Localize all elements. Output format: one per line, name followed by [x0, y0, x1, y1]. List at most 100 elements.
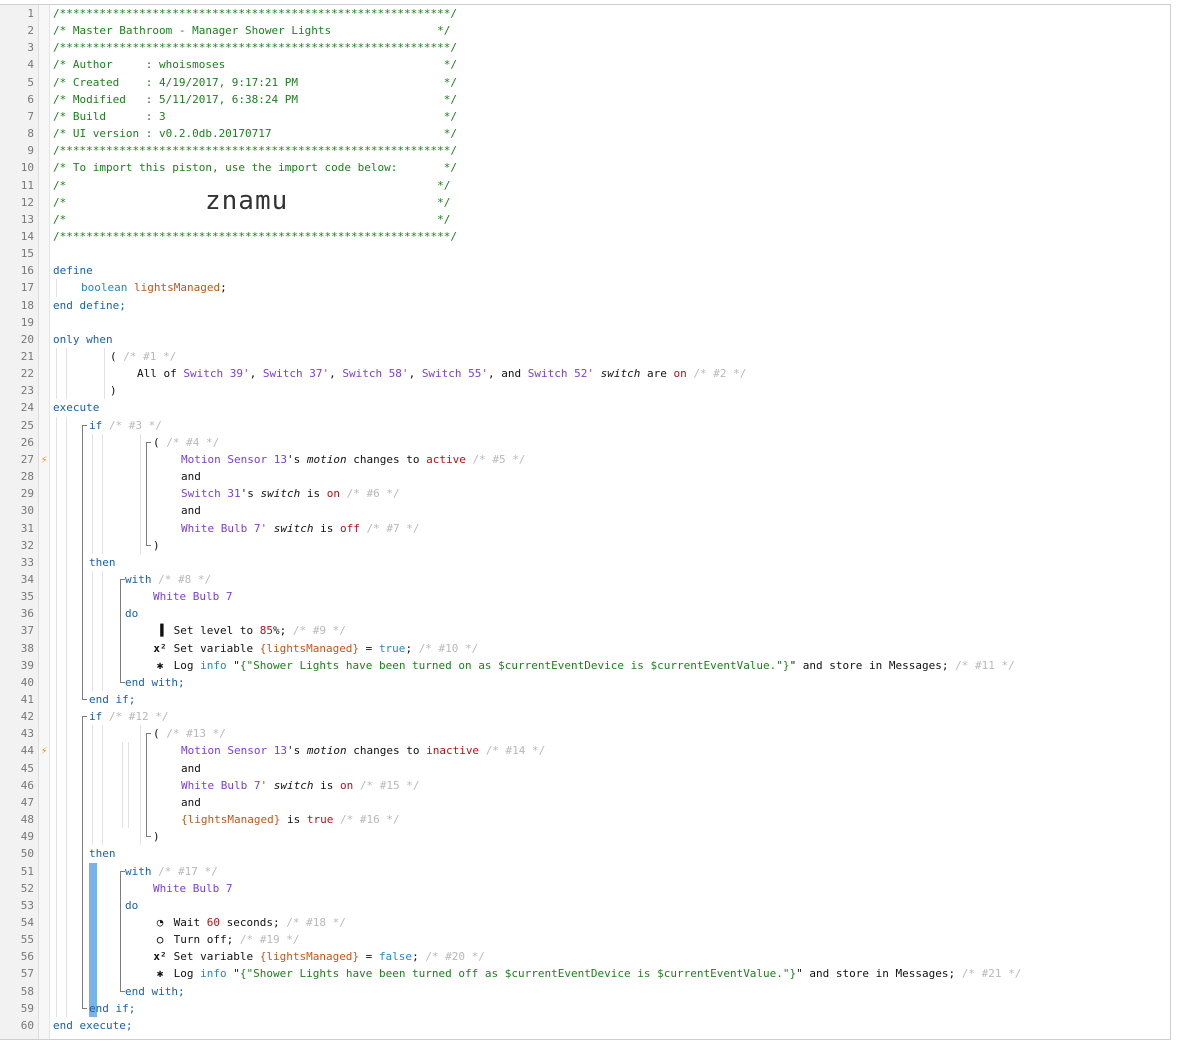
line-number: 50: [20, 847, 34, 861]
code-text[interactable]: with /* #8 */: [125, 571, 211, 588]
code-text[interactable]: and: [181, 468, 201, 485]
line-number: 60: [20, 1018, 34, 1032]
code-line: 38 x² Set variable {lightsManaged} = true…: [0, 640, 1170, 657]
token-tx: is: [313, 521, 340, 535]
line-number: 42: [20, 710, 34, 724]
code-text[interactable]: only when: [53, 331, 113, 348]
code-text[interactable]: and: [181, 760, 201, 777]
token-note: /* #3 */: [108, 418, 162, 432]
line-number: 31: [20, 521, 34, 535]
line-number: 16: [20, 264, 34, 278]
token-tx: ,: [408, 367, 422, 381]
code-text[interactable]: ): [110, 382, 117, 399]
token-tx: changes to: [346, 744, 427, 758]
line-number: 56: [20, 950, 34, 964]
code-text[interactable]: ▐ Set level to 85%; /* #9 */: [153, 622, 346, 639]
code-line: 50 then: [0, 845, 1170, 862]
code-text[interactable]: end define;: [53, 297, 126, 314]
code-text[interactable]: and: [181, 502, 201, 519]
code-text[interactable]: with /* #17 */: [125, 863, 218, 880]
line-number: 40: [20, 675, 34, 689]
code-text[interactable]: White Bulb 7: [153, 880, 232, 897]
code-text[interactable]: /* Master Bathroom - Manager Shower Ligh…: [53, 22, 450, 39]
code-text[interactable]: /* UI version : v0.2.0db.20170717 */: [53, 125, 457, 142]
code-text[interactable]: ( /* #1 */: [110, 348, 176, 365]
code-text[interactable]: Switch 31's switch is on /* #6 */: [181, 485, 400, 502]
code-text[interactable]: then: [89, 554, 116, 571]
code-text[interactable]: /* Modified : 5/11/2017, 6:38:24 PM */: [53, 91, 457, 108]
code-line: 28 and: [0, 468, 1170, 485]
token-tx: ;: [220, 281, 227, 295]
line-number: 11: [20, 178, 34, 192]
code-text[interactable]: White Bulb 7' switch is on /* #15 */: [181, 777, 419, 794]
code-text[interactable]: if /* #12 */: [89, 708, 168, 725]
code-text[interactable]: ◔ Wait 60 seconds; /* #18 */: [153, 914, 346, 931]
code-text[interactable]: end if;: [89, 1000, 135, 1017]
line-number: 14: [20, 229, 34, 243]
code-text[interactable]: {lightsManaged} is true /* #16 */: [181, 811, 400, 828]
token-note: /* #18 */: [286, 915, 346, 929]
line-number: 44: [20, 744, 34, 758]
code-text[interactable]: Motion Sensor 13's motion changes to ina…: [181, 742, 545, 759]
code-text[interactable]: end with;: [125, 983, 185, 1000]
code-text[interactable]: /***************************************…: [53, 5, 457, 22]
code-text[interactable]: execute: [53, 399, 99, 416]
code-text[interactable]: if /* #3 */: [89, 417, 162, 434]
token-note: /* #9 */: [292, 624, 346, 638]
code-line: 31 White Bulb 7' switch is off /* #7 */: [0, 520, 1170, 537]
token-dev: White Bulb 7: [153, 881, 233, 895]
code-text[interactable]: /***************************************…: [53, 142, 457, 159]
code-text[interactable]: /* Author : whoismoses */: [53, 56, 457, 73]
code-text[interactable]: ✱ Log info "{"Shower Lights have been tu…: [153, 965, 1022, 982]
code-text[interactable]: ( /* #4 */: [153, 434, 219, 451]
token-kw: then: [89, 555, 116, 569]
code-text[interactable]: end if;: [89, 691, 135, 708]
code-text[interactable]: ( /* #13 */: [153, 725, 226, 742]
line-number: 43: [20, 727, 34, 741]
code-text[interactable]: do: [125, 605, 138, 622]
code-text[interactable]: ✱ Log info "{"Shower Lights have been tu…: [153, 657, 1015, 674]
token-attr: motion: [306, 452, 347, 466]
code-text[interactable]: end execute;: [53, 1017, 132, 1034]
token-tx: Wait: [173, 915, 207, 929]
token-tx: and: [181, 504, 201, 518]
code-text[interactable]: x² Set variable {lightsManaged} = true; …: [153, 640, 478, 657]
token-tx: is: [300, 487, 327, 501]
code-text[interactable]: x² Set variable {lightsManaged} = false;…: [153, 948, 485, 965]
code-text[interactable]: and: [181, 794, 201, 811]
code-text[interactable]: White Bulb 7: [153, 588, 232, 605]
token-var: lightsManaged: [133, 281, 221, 295]
token-dev: Switch 58': [342, 367, 409, 381]
code-text[interactable]: ): [153, 828, 160, 845]
code-line: 41 end if;: [0, 691, 1170, 708]
code-line: 49): [0, 828, 1170, 845]
token-kw: end define;: [53, 298, 126, 312]
code-text[interactable]: end with;: [125, 674, 185, 691]
code-text[interactable]: /* Created : 4/19/2017, 9:17:21 PM */: [53, 74, 457, 91]
code-line: 13/* */: [0, 211, 1170, 228]
piston-code-editor[interactable]: 1 /**************************************…: [0, 4, 1171, 1040]
code-text[interactable]: ): [153, 537, 160, 554]
code-text[interactable]: White Bulb 7' switch is off /* #7 */: [181, 520, 419, 537]
token-val: on: [339, 778, 354, 792]
code-text[interactable]: /* Build : 3 */: [53, 108, 457, 125]
token-tx: All of: [137, 367, 184, 381]
code-text[interactable]: /* To import this piston, use the import…: [53, 159, 457, 176]
code-text[interactable]: /***************************************…: [53, 39, 457, 56]
code-text[interactable]: boolean lightsManaged;: [81, 279, 227, 296]
code-text[interactable]: Motion Sensor 13's motion changes to act…: [181, 451, 525, 468]
code-line: 39 ✱ Log info "{"Shower Lights have been …: [0, 657, 1170, 674]
token-kw: do: [125, 607, 139, 621]
code-text[interactable]: /***************************************…: [53, 228, 457, 245]
code-text[interactable]: ○ Turn off; /* #19 */: [153, 931, 300, 948]
import-code[interactable]: znamu: [205, 186, 288, 216]
code-line: 53 do: [0, 897, 1170, 914]
token-note: /* #17 */: [158, 864, 218, 878]
code-text[interactable]: define: [53, 262, 93, 279]
code-text[interactable]: All of Switch 39', Switch 37', Switch 58…: [137, 365, 746, 382]
code-line: 20 only when: [0, 331, 1170, 348]
token-note: /* #8 */: [158, 572, 212, 586]
code-text[interactable]: then: [89, 845, 116, 862]
code-text[interactable]: do: [125, 897, 138, 914]
token-cm: /* Modified : 5/11/2017, 6:38:24 PM */: [53, 92, 457, 106]
